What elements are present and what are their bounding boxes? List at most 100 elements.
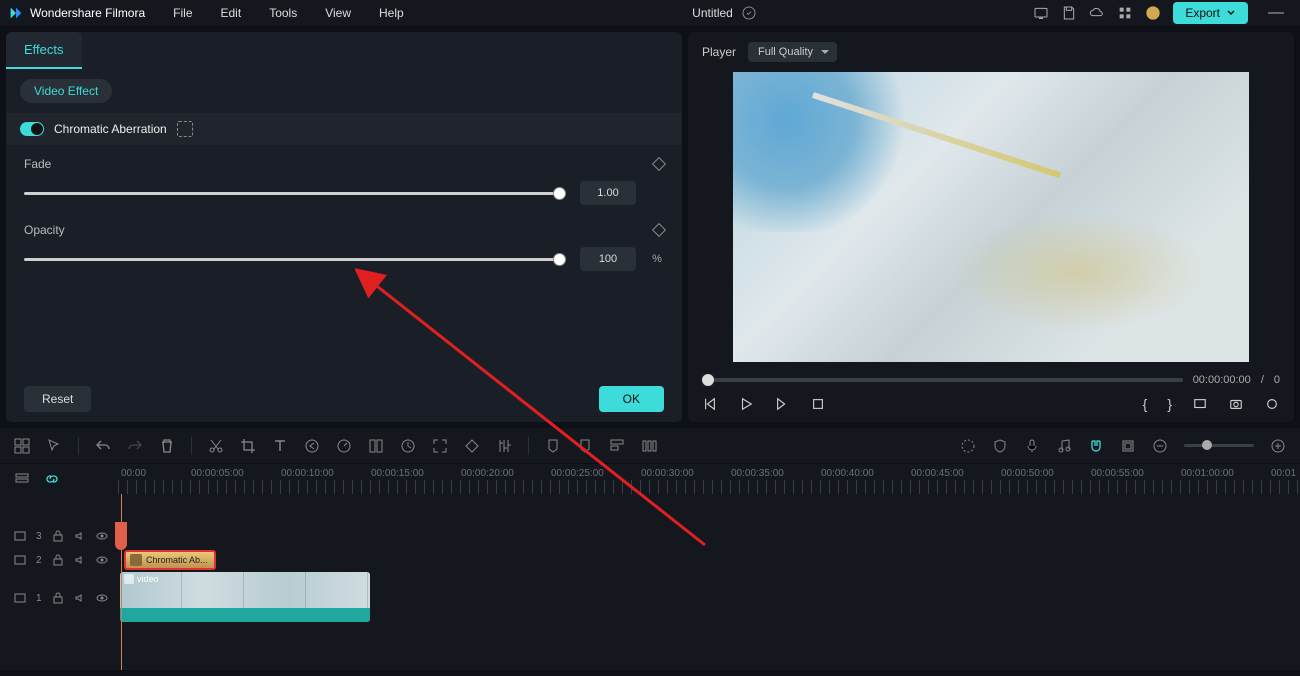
zoom-out-icon[interactable] xyxy=(1152,438,1168,454)
avatar-icon[interactable] xyxy=(1145,5,1161,21)
record-screen-icon[interactable] xyxy=(1033,5,1049,21)
ok-button[interactable]: OK xyxy=(599,386,664,412)
quality-select[interactable]: Full Quality xyxy=(748,42,837,62)
eye-icon[interactable] xyxy=(96,592,108,604)
clock-icon[interactable] xyxy=(400,438,416,454)
mute-icon[interactable] xyxy=(74,592,86,604)
effect-clip-icon xyxy=(130,554,142,566)
reset-view-icon[interactable] xyxy=(1264,396,1280,412)
zoom-slider[interactable] xyxy=(1184,444,1254,447)
effect-enable-toggle[interactable] xyxy=(20,122,44,136)
shield-icon[interactable] xyxy=(992,438,1008,454)
reset-button[interactable]: Reset xyxy=(24,386,91,412)
timeline-ruler[interactable]: 00:00 00:00:05:00 00:00:10:00 00:00:15:0… xyxy=(118,464,1300,494)
ruler-label: 00:00:25:00 xyxy=(551,468,604,479)
eye-icon[interactable] xyxy=(96,554,108,566)
menu-tools[interactable]: Tools xyxy=(257,2,309,24)
adjust-icon[interactable] xyxy=(496,438,512,454)
cut-icon[interactable] xyxy=(208,438,224,454)
eye-icon[interactable] xyxy=(96,530,108,542)
redo-icon[interactable] xyxy=(127,438,143,454)
player-label: Player xyxy=(702,45,736,59)
fade-slider-thumb[interactable] xyxy=(553,187,566,200)
mute-icon[interactable] xyxy=(74,530,86,542)
media-icon[interactable] xyxy=(14,438,30,454)
snapshot-icon[interactable] xyxy=(1228,396,1244,412)
track-1-header[interactable]: 1 xyxy=(0,592,118,604)
text-icon[interactable] xyxy=(272,438,288,454)
fullscreen-icon[interactable] xyxy=(1192,396,1208,412)
filter-chip-video-effect[interactable]: Video Effect xyxy=(20,79,112,103)
ruler-label: 00:00:35:00 xyxy=(731,468,784,479)
video-track-icon xyxy=(14,592,26,604)
mixer-icon[interactable] xyxy=(641,438,657,454)
mute-icon[interactable] xyxy=(74,554,86,566)
crop-icon[interactable] xyxy=(240,438,256,454)
lock-icon[interactable] xyxy=(52,554,64,566)
export-button[interactable]: Export xyxy=(1173,2,1248,24)
menubar-right: Export — xyxy=(1033,2,1292,24)
fade-slider[interactable] xyxy=(24,192,566,195)
scrubber-thumb[interactable] xyxy=(702,374,714,386)
ruler-label: 00:00:05:00 xyxy=(191,468,244,479)
track-icon[interactable] xyxy=(609,438,625,454)
ruler-label: 00:00:55:00 xyxy=(1091,468,1144,479)
prev-frame-icon[interactable] xyxy=(702,396,718,412)
link-tracks-icon[interactable] xyxy=(44,471,60,487)
menu-edit[interactable]: Edit xyxy=(209,2,254,24)
magnet-icon[interactable] xyxy=(1088,438,1104,454)
cloud-icon[interactable] xyxy=(1089,5,1105,21)
color-icon[interactable] xyxy=(368,438,384,454)
playhead[interactable] xyxy=(121,494,122,670)
timecode-sep: / xyxy=(1261,374,1264,386)
pointer-icon[interactable] xyxy=(46,438,62,454)
diamond-tool-icon[interactable] xyxy=(464,438,480,454)
lock-icon[interactable] xyxy=(52,592,64,604)
lock-icon[interactable] xyxy=(52,530,64,542)
video-preview[interactable] xyxy=(733,72,1249,362)
auto-reframe-icon[interactable] xyxy=(1120,438,1136,454)
track-layers-icon[interactable] xyxy=(14,471,30,487)
apps-icon[interactable] xyxy=(1117,5,1133,21)
play-icon[interactable] xyxy=(738,396,754,412)
opacity-slider-thumb[interactable] xyxy=(553,253,566,266)
speed-back-icon[interactable] xyxy=(304,438,320,454)
timeline-track-area[interactable]: Chromatic Ab... video xyxy=(118,494,1300,670)
stop-icon[interactable] xyxy=(810,396,826,412)
track-2-header[interactable]: 2 xyxy=(0,554,118,566)
opacity-value[interactable]: 100 xyxy=(580,247,636,271)
ruler-label: 00:01:00:00 xyxy=(1181,468,1234,479)
speed-icon[interactable] xyxy=(336,438,352,454)
effect-clip-chromatic[interactable]: Chromatic Ab... xyxy=(124,550,216,570)
save-icon[interactable] xyxy=(1061,5,1077,21)
opacity-keyframe-icon[interactable] xyxy=(652,223,666,237)
effect-mask-icon[interactable] xyxy=(177,121,193,137)
video-clip[interactable]: video xyxy=(120,572,370,622)
cloud-sync-icon[interactable] xyxy=(741,5,757,21)
music-icon[interactable] xyxy=(1056,438,1072,454)
zoom-in-icon[interactable] xyxy=(1270,438,1286,454)
render-icon[interactable] xyxy=(960,438,976,454)
menu-file[interactable]: File xyxy=(161,2,204,24)
mark-in-icon[interactable]: { xyxy=(1143,396,1148,412)
tab-effects[interactable]: Effects xyxy=(6,32,82,69)
undo-icon[interactable] xyxy=(95,438,111,454)
mark-out-icon[interactable]: } xyxy=(1167,396,1172,412)
marker-icon[interactable] xyxy=(545,438,561,454)
minimize-button[interactable]: — xyxy=(1260,4,1292,22)
timecode-current: 00:00:00:00 xyxy=(1193,374,1251,386)
menu-help[interactable]: Help xyxy=(367,2,416,24)
expand-icon[interactable] xyxy=(432,438,448,454)
next-frame-icon[interactable] xyxy=(774,396,790,412)
delete-icon[interactable] xyxy=(159,438,175,454)
fade-value[interactable]: 1.00 xyxy=(580,181,636,205)
player-scrubber[interactable] xyxy=(702,378,1183,382)
menu-view[interactable]: View xyxy=(313,2,363,24)
effect-header: Chromatic Aberration xyxy=(6,113,682,145)
fade-keyframe-icon[interactable] xyxy=(652,157,666,171)
mic-icon[interactable] xyxy=(1024,438,1040,454)
project-title: Untitled xyxy=(692,6,733,20)
track-3-header[interactable]: 3 xyxy=(0,530,118,542)
opacity-slider[interactable] xyxy=(24,258,566,261)
add-marker-icon[interactable] xyxy=(577,438,593,454)
